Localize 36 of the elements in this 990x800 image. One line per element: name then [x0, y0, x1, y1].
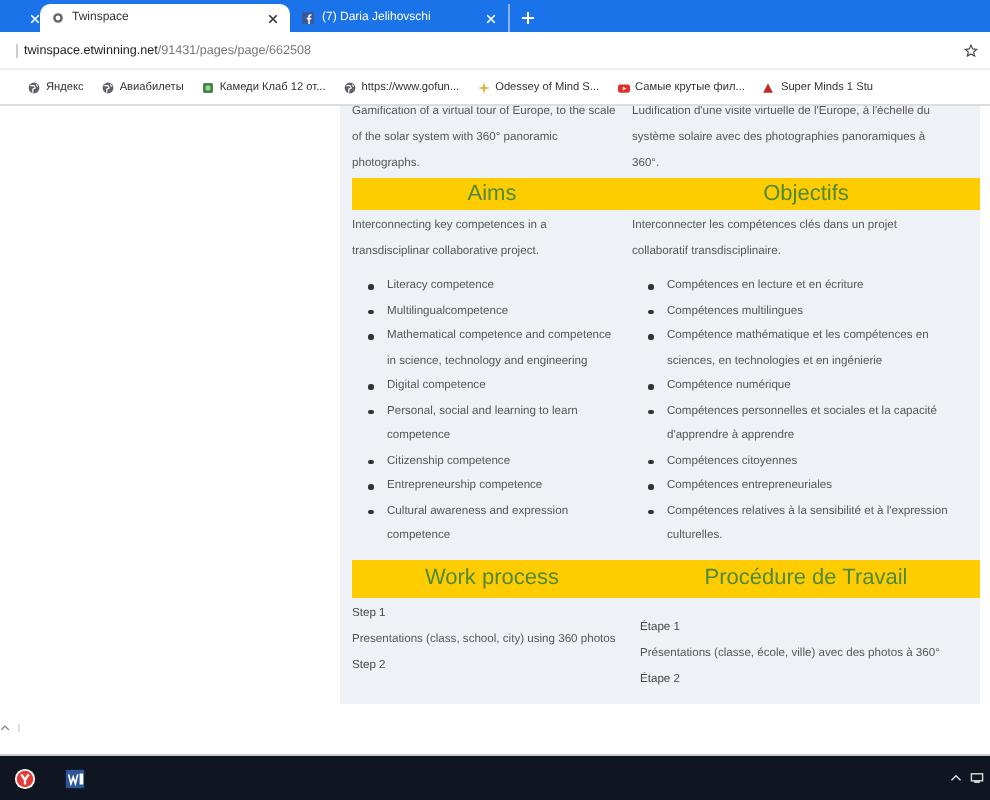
bullet-icon	[368, 409, 373, 414]
new-tab-icon[interactable]	[522, 12, 534, 24]
site-icon	[52, 12, 64, 24]
bullet-icon	[368, 284, 373, 289]
caret-icon[interactable]	[0, 724, 20, 732]
bullet-icon	[648, 384, 653, 389]
bullet-icon	[368, 484, 373, 489]
globe-icon	[343, 81, 356, 93]
bullet-icon	[648, 459, 653, 464]
section-heading: Procédure de Travail	[632, 559, 980, 597]
bullet-icon	[648, 284, 653, 289]
bullet-icon	[648, 309, 653, 314]
bullet-icon	[648, 409, 653, 414]
network-icon[interactable]	[970, 772, 984, 784]
section-heading: Objectifs	[632, 178, 980, 210]
bookmark-star-icon[interactable]	[964, 43, 978, 57]
play-icon	[617, 81, 630, 93]
bullet-icon	[368, 459, 373, 464]
section-heading: Aims	[352, 178, 632, 210]
bullet-icon	[368, 334, 373, 339]
facebook-icon	[302, 12, 314, 24]
sparkle-icon	[477, 81, 490, 93]
bullet-icon	[648, 334, 653, 339]
bullet-icon	[368, 384, 373, 389]
browser-app-icon[interactable]	[14, 767, 36, 789]
bullet-icon	[368, 509, 373, 514]
document-app-icon[interactable]	[64, 767, 86, 789]
globe-icon	[101, 81, 114, 93]
bullet-icon	[368, 309, 373, 314]
section-heading: Work process	[352, 559, 632, 597]
tray-caret-icon[interactable]	[950, 774, 962, 782]
globe-icon	[28, 81, 40, 93]
close-icon[interactable]	[268, 13, 278, 23]
square-icon	[201, 81, 214, 93]
bullet-icon	[648, 484, 653, 489]
bullet-icon	[648, 509, 653, 514]
